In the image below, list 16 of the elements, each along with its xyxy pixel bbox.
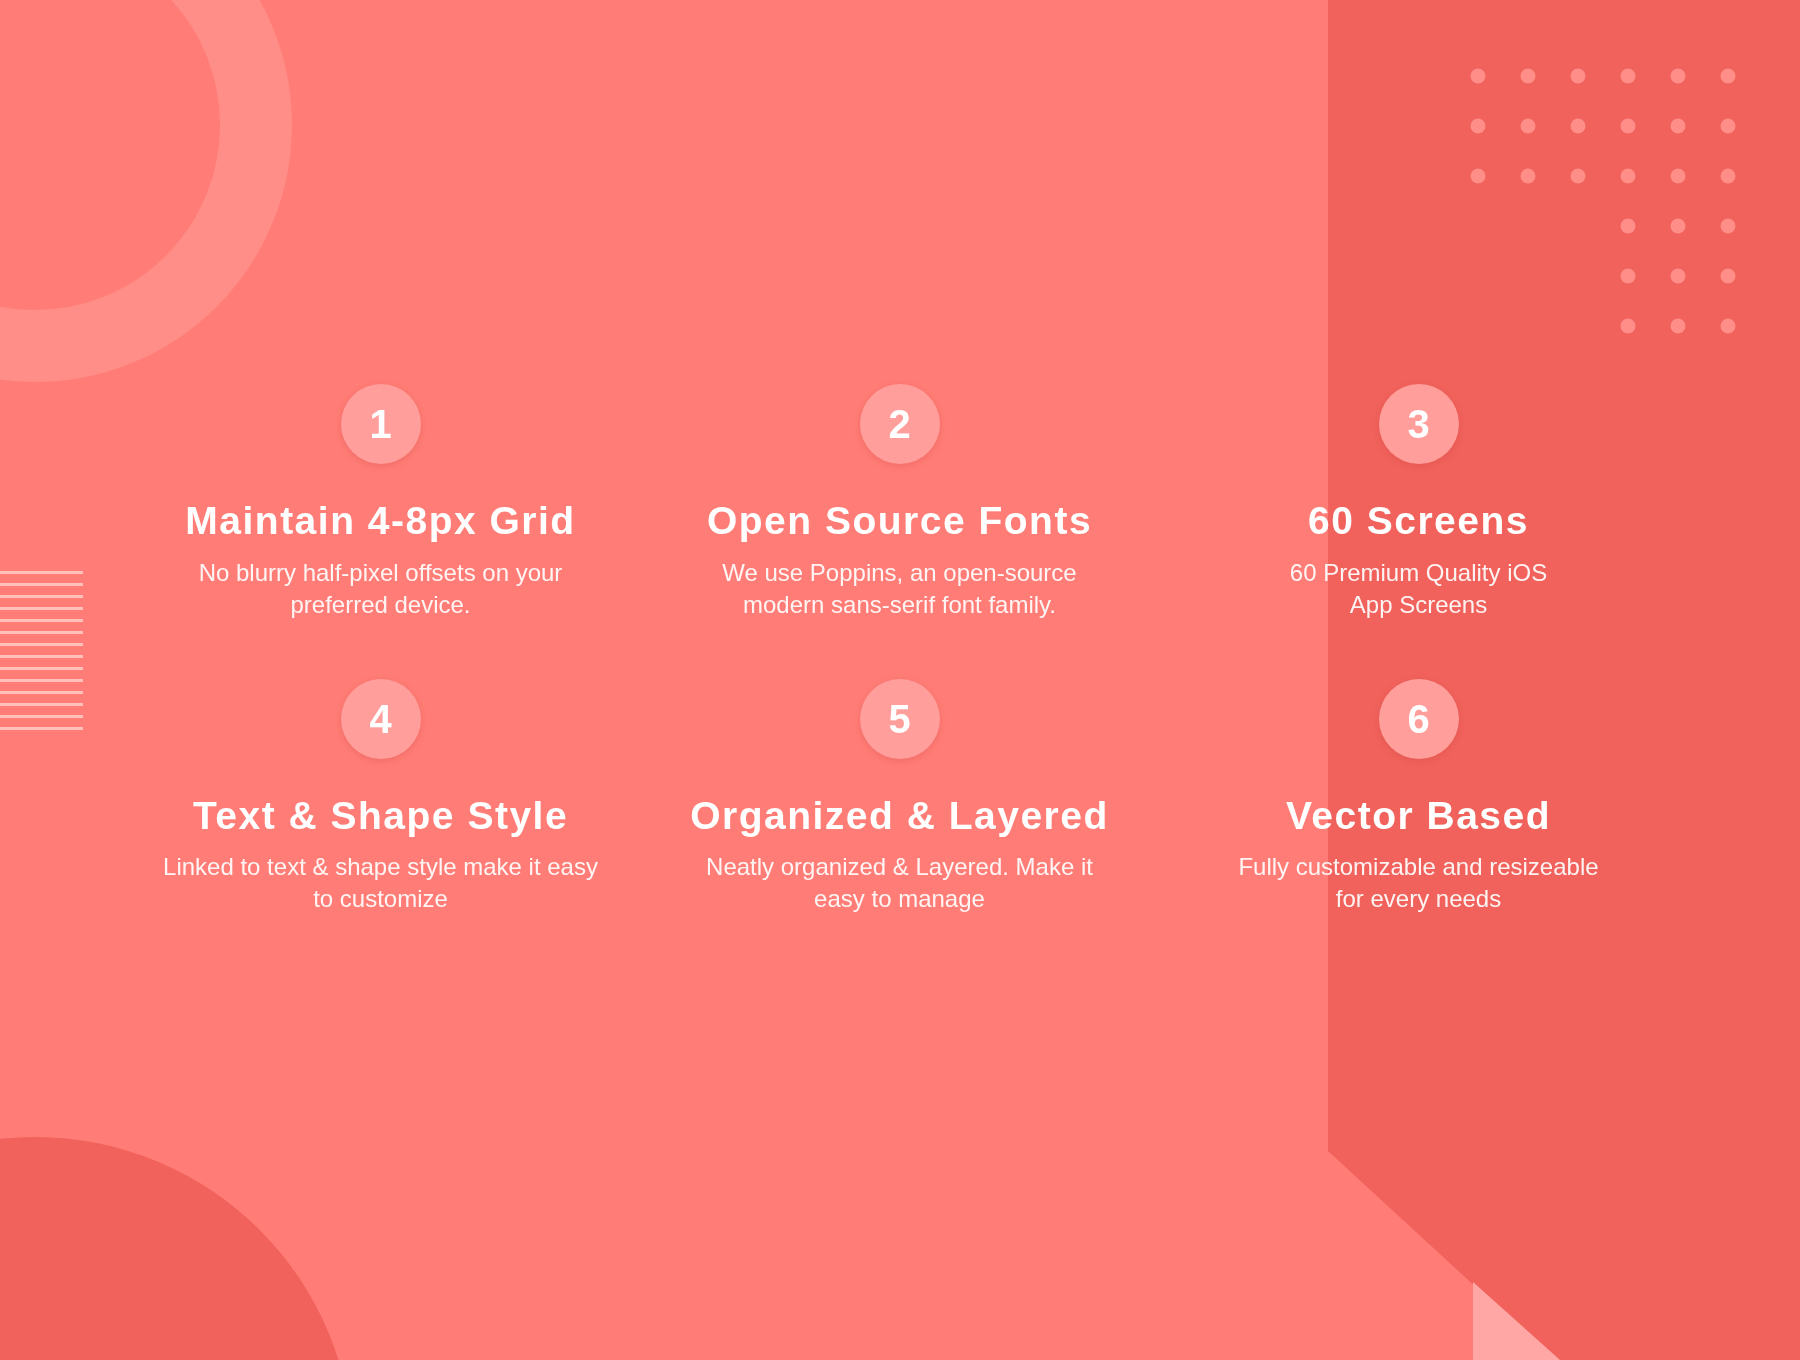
feature-description: Linked to text & shape style make it easy to customize <box>163 852 598 914</box>
feature-description: We use Poppins, an open-source modern sans-serif font family. <box>722 557 1077 620</box>
feature-title: Open Source Fonts <box>706 498 1093 544</box>
feature-title: Vector Based <box>1285 792 1552 839</box>
number-badge: 2 <box>859 384 940 464</box>
feature-description: Neatly organized & Layered. Make it easy to manage <box>706 852 1093 914</box>
feature-description: 60 Premium Quality iOS App Screens <box>1289 557 1548 620</box>
feature-description: No blurry half-pixel offsets on your preferred device. <box>198 557 563 620</box>
feature-description: Fully customizable and resizeable for every needs <box>1238 852 1599 914</box>
number-badge: 5 <box>859 678 940 759</box>
feature-title: Maintain 4-8px Grid <box>185 498 576 544</box>
feature-title: 60 Screens <box>1308 498 1529 544</box>
feature-title: Organized & Layered <box>690 792 1109 839</box>
number-badge: 1 <box>340 384 421 464</box>
number-badge: 4 <box>340 678 421 759</box>
feature-title: Text & Shape Style <box>192 792 569 839</box>
